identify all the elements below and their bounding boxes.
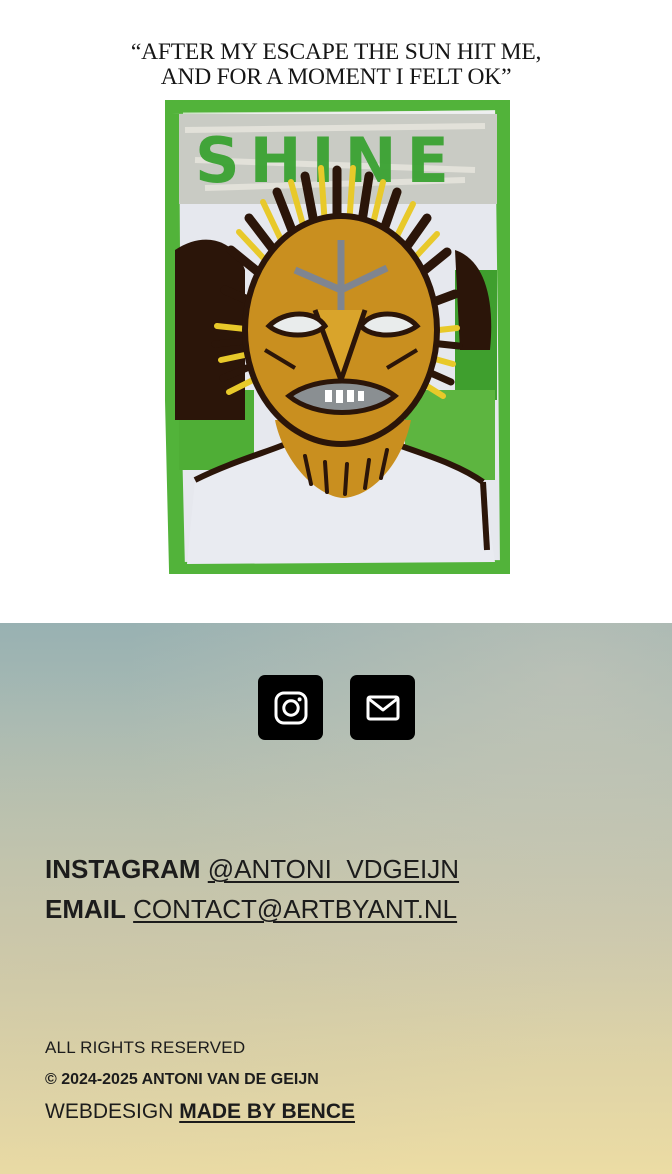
- artwork-quote: “AFTER MY ESCAPE THE SUN HIT ME, AND FOR…: [0, 40, 672, 90]
- instagram-button[interactable]: [258, 675, 323, 740]
- webdesign-credit: WEBDESIGN MADE BY BENCE: [45, 1099, 355, 1125]
- social-links: [258, 675, 415, 740]
- contact-details: INSTAGRAM @ANTONI_VDGEIJN EMAIL CONTACT@…: [45, 849, 459, 929]
- email-button[interactable]: [350, 675, 415, 740]
- painting-shine-text: SHINE: [195, 124, 459, 197]
- rights-text: ALL RIGHTS RESERVED: [45, 1038, 246, 1057]
- instagram-link[interactable]: @ANTONI_VDGEIJN: [208, 854, 459, 884]
- shine-painting: SHINE: [165, 100, 510, 574]
- email-row: EMAIL CONTACT@ARTBYANT.NL: [45, 889, 459, 929]
- site-footer: INSTAGRAM @ANTONI_VDGEIJN EMAIL CONTACT@…: [0, 623, 672, 1174]
- quote-line-2: AND FOR A MOMENT I FELT OK”: [160, 64, 512, 90]
- instagram-label: INSTAGRAM: [45, 854, 201, 884]
- legal-info: ALL RIGHTS RESERVED © 2024-2025 ANTONI V…: [45, 1037, 355, 1125]
- quote-line-1: “AFTER MY ESCAPE THE SUN HIT ME,: [130, 39, 542, 65]
- instagram-icon: [274, 691, 307, 724]
- artwork-section: “AFTER MY ESCAPE THE SUN HIT ME, AND FOR…: [0, 0, 672, 623]
- copyright-text: © 2024-2025 ANTONI VAN DE GEIJN: [45, 1071, 319, 1088]
- email-link[interactable]: CONTACT@ARTBYANT.NL: [133, 894, 457, 924]
- instagram-row: INSTAGRAM @ANTONI_VDGEIJN: [45, 849, 459, 889]
- email-label: EMAIL: [45, 894, 126, 924]
- webdesign-link[interactable]: MADE BY BENCE: [179, 1100, 355, 1123]
- webdesign-prefix: WEBDESIGN: [45, 1100, 174, 1123]
- mail-icon: [366, 695, 399, 720]
